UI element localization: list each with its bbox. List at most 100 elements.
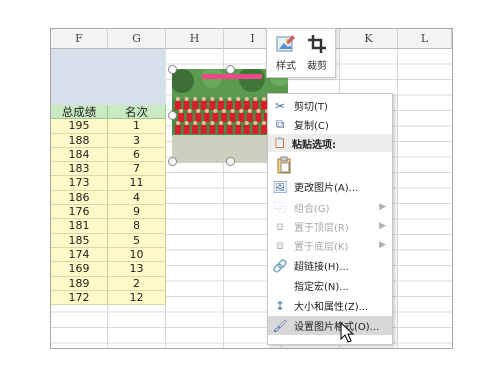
submenu-arrow-icon: ▶ [379, 202, 386, 212]
format-picture-label: 设置图片格式(O)... [294, 322, 380, 333]
copy-icon: ⧉ [275, 117, 285, 131]
crop-button[interactable]: 裁剪 [302, 31, 332, 75]
cell-total-score[interactable]: 181 [51, 219, 108, 234]
column-header-l[interactable]: L [398, 29, 452, 49]
macro-icon [268, 276, 292, 295]
cell-total-score[interactable]: 174 [51, 247, 108, 263]
group-icon: ⿻ [273, 201, 286, 215]
menu-item-cut[interactable]: ✂ 剪切(T) [268, 96, 392, 115]
cell-total-score[interactable]: 173 [51, 176, 108, 191]
cell-rank[interactable]: 11 [108, 176, 166, 191]
resize-handle-tl[interactable] [168, 65, 177, 74]
resize-handle-left[interactable] [168, 111, 177, 120]
table-row: 188 3 [51, 133, 166, 148]
cell-rank[interactable]: 8 [108, 219, 166, 234]
submenu-arrow-icon: ▶ [379, 221, 386, 231]
change-picture-label: 更改图片(A)... [294, 183, 359, 194]
table-row: 185 5 [51, 233, 166, 248]
cell-rank[interactable]: 6 [108, 147, 166, 163]
paste-option-picture[interactable] [268, 153, 392, 177]
table-row: 184 6 [51, 147, 166, 163]
table-row: 174 10 [51, 247, 166, 263]
submenu-arrow-icon: ▶ [379, 240, 386, 250]
crop-label: 裁剪 [307, 61, 327, 72]
table-row: 186 4 [51, 190, 166, 206]
context-menu: ✂ 剪切(T) ⧉ 复制(C) 📋 粘贴选项: 🖼 更改图片(A)... ⿻ 组… [267, 93, 393, 345]
cell-rank[interactable]: 3 [108, 133, 166, 148]
cell-rank[interactable]: 7 [108, 162, 166, 177]
hyperlink-label: 超链接(H)... [294, 262, 349, 273]
cell-rank[interactable]: 5 [108, 233, 166, 248]
menu-item-size-properties[interactable]: ↕ 大小和属性(Z)... [268, 296, 392, 315]
header-total-score[interactable]: 总成绩 [51, 105, 108, 120]
crop-icon [308, 35, 326, 53]
hyperlink-icon: 🔗 [272, 258, 288, 273]
table-header-row: 总成绩 名次 [51, 105, 166, 120]
cell-total-score[interactable]: 176 [51, 205, 108, 220]
cell-rank[interactable]: 1 [108, 119, 166, 134]
cell-rank[interactable]: 13 [108, 262, 166, 277]
bring-to-front-icon: ⧈ [276, 219, 284, 233]
table-row: 173 11 [51, 176, 166, 191]
table-row: 172 12 [51, 290, 166, 306]
menu-item-assign-macro[interactable]: 指定宏(N)... [268, 276, 392, 295]
resize-handle-top[interactable] [226, 65, 235, 74]
change-picture-icon: 🖼 [272, 179, 288, 194]
paste-picture-icon [268, 156, 296, 175]
menu-item-send-to-back[interactable]: ⧈ 置于底层(K) ▶ [268, 236, 392, 255]
resize-handle-bottom[interactable] [226, 157, 235, 166]
menu-item-bring-to-front[interactable]: ⧈ 置于顶层(R) ▶ [268, 217, 392, 236]
cell-total-score[interactable]: 169 [51, 262, 108, 277]
table-row: 169 13 [51, 262, 166, 277]
cell-rank[interactable]: 4 [108, 190, 166, 206]
send-back-label: 置于底层(K) [294, 242, 349, 253]
menu-item-change-picture[interactable]: 🖼 更改图片(A)... [268, 177, 392, 196]
column-header-k[interactable]: K [340, 29, 398, 49]
cell-total-score[interactable]: 188 [51, 133, 108, 148]
group-label: 组合(G) [294, 204, 330, 215]
column-header-f[interactable]: F [51, 29, 108, 49]
menu-item-copy[interactable]: ⧉ 复制(C) [268, 115, 392, 134]
menu-item-hyperlink[interactable]: 🔗 超链接(H)... [268, 256, 392, 275]
cell-total-score[interactable]: 185 [51, 233, 108, 248]
clipboard-icon: 📋 [273, 137, 287, 149]
assign-macro-label: 指定宏(N)... [294, 282, 349, 293]
mouse-cursor-icon [340, 322, 355, 343]
score-table: 总成绩 名次 195 1 188 3 184 6 183 7 173 11 186 4 176 9 181 8… [51, 105, 166, 306]
paste-options-header: 📋 粘贴选项: [268, 134, 392, 152]
cell-total-score[interactable]: 172 [51, 290, 108, 306]
picture-style-icon [276, 35, 295, 52]
table-row: 183 7 [51, 162, 166, 177]
menu-item-format-picture[interactable]: 🖌 设置图片格式(O)... [268, 316, 392, 335]
column-header-row: F G H I J K L [51, 29, 452, 49]
selected-range[interactable] [51, 49, 166, 105]
header-rank[interactable]: 名次 [108, 105, 166, 120]
scissors-icon: ✂ [274, 98, 286, 113]
paste-options-label: 粘贴选项: [292, 139, 336, 151]
style-label: 样式 [276, 61, 296, 72]
menu-item-group[interactable]: ⿻ 组合(G) ▶ [268, 198, 392, 217]
resize-handle-bl[interactable] [168, 157, 177, 166]
cell-rank[interactable]: 9 [108, 205, 166, 220]
table-row: 189 2 [51, 276, 166, 291]
table-row: 176 9 [51, 205, 166, 220]
picture-style-button[interactable]: 样式 [271, 31, 301, 75]
send-to-back-icon: ⧈ [276, 238, 284, 252]
format-picture-icon: 🖌 [272, 318, 288, 333]
copy-label: 复制(C) [294, 121, 329, 132]
table-row: 195 1 [51, 119, 166, 134]
cell-rank[interactable]: 10 [108, 247, 166, 263]
cell-total-score[interactable]: 195 [51, 119, 108, 134]
column-header-h[interactable]: H [166, 29, 224, 49]
cell-total-score[interactable]: 183 [51, 162, 108, 177]
mini-toolbar: 样式 裁剪 [266, 28, 336, 78]
cell-total-score[interactable]: 189 [51, 276, 108, 291]
cell-rank[interactable]: 2 [108, 276, 166, 291]
size-properties-icon: ↕ [274, 298, 286, 313]
size-properties-label: 大小和属性(Z)... [294, 302, 369, 313]
cell-total-score[interactable]: 184 [51, 147, 108, 163]
table-row: 181 8 [51, 219, 166, 234]
cell-total-score[interactable]: 186 [51, 190, 108, 206]
column-header-g[interactable]: G [108, 29, 166, 49]
cell-rank[interactable]: 12 [108, 290, 166, 306]
